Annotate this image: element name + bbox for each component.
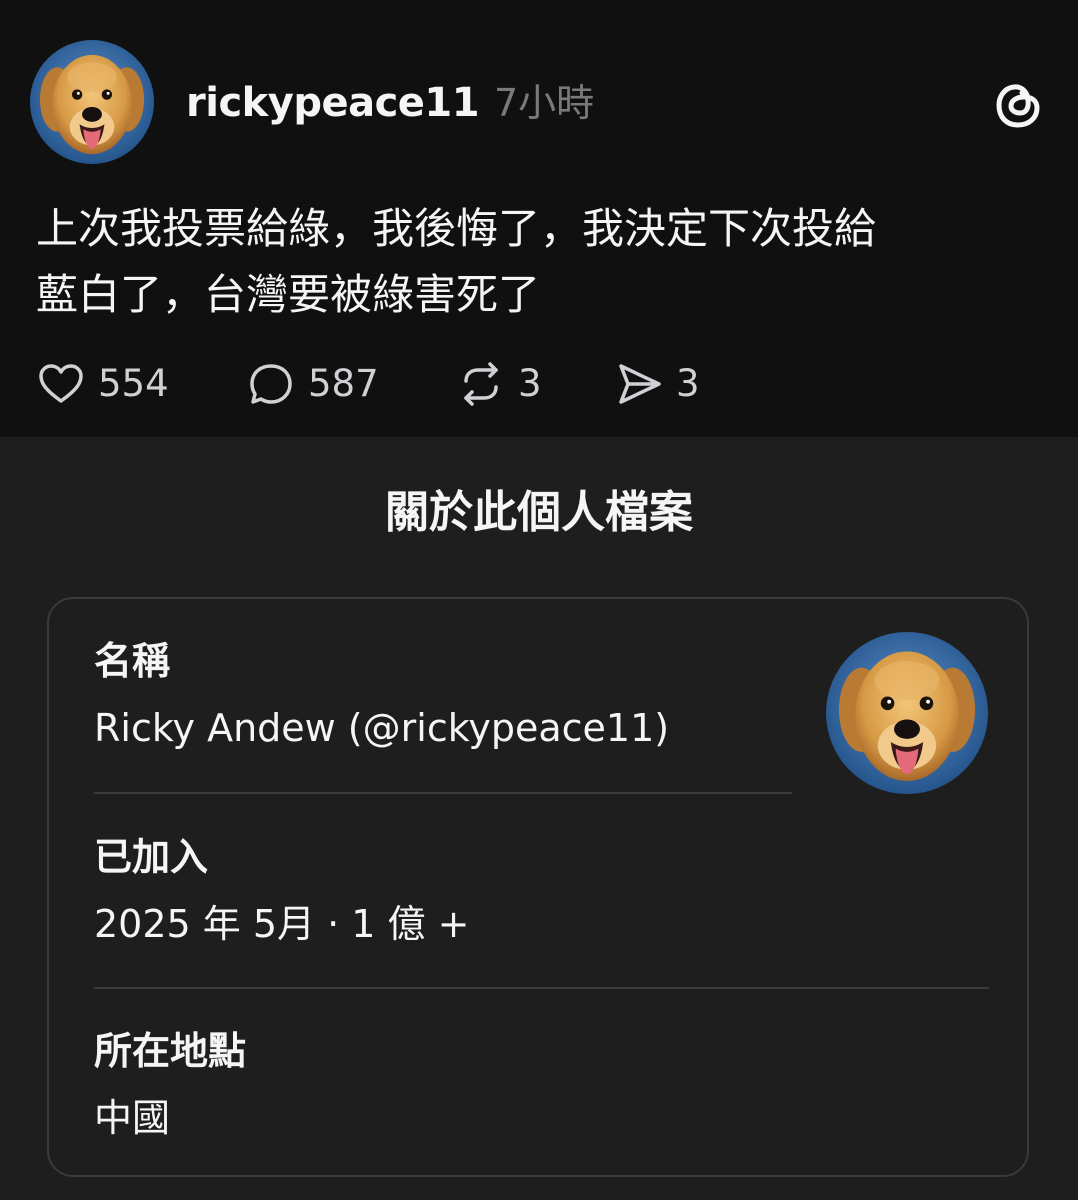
- post-container: rickypeace11 7小時 上次我投票給綠，我後悔了，我決定下次投給 藍白…: [0, 0, 1078, 437]
- sheet-title: 關於此個人檔案: [385, 487, 693, 538]
- profile-avatar: [826, 632, 988, 794]
- golden-retriever-avatar-icon: [30, 40, 154, 164]
- reply-count: 587: [308, 362, 379, 405]
- share-count: 3: [676, 362, 700, 405]
- joined-label: 已加入: [94, 835, 209, 879]
- profile-info-card: 名稱 Ricky Andew (@rickypeace11) 已加入 2025 …: [47, 597, 1029, 1177]
- post-text-line: 藍白了，台灣要被綠害死了: [36, 270, 541, 319]
- post-time: 7小時: [494, 81, 595, 125]
- share-button[interactable]: 3: [614, 359, 734, 409]
- post-body: 上次我投票給綠，我後悔了，我決定下次投給 藍白了，台灣要被綠害死了: [36, 196, 1036, 328]
- reply-button[interactable]: 587: [246, 359, 456, 409]
- like-count: 554: [98, 362, 169, 405]
- golden-retriever-avatar-icon: [826, 632, 988, 794]
- heart-icon: [39, 364, 83, 403]
- post-actions: 554 587 3 3: [36, 356, 734, 412]
- about-profile-sheet: 關於此個人檔案 名稱 Ricky Andew (@rickypeace11) 已…: [0, 437, 1078, 1200]
- name-label: 名稱: [94, 639, 171, 683]
- like-button[interactable]: 554: [36, 359, 246, 409]
- repost-button[interactable]: 3: [456, 359, 614, 409]
- repost-icon: [464, 362, 498, 406]
- threads-logo-icon[interactable]: [994, 78, 1042, 130]
- divider: [94, 987, 989, 989]
- name-value: Ricky Andew (@rickypeace11): [94, 706, 670, 750]
- user-avatar[interactable]: [30, 40, 154, 164]
- location-label: 所在地點: [94, 1029, 247, 1073]
- post-text-line: 上次我投票給綠，我後悔了，我決定下次投給: [36, 204, 877, 253]
- repost-count: 3: [518, 362, 542, 405]
- comment-bubble-icon: [250, 364, 292, 404]
- divider: [94, 792, 792, 794]
- joined-value: 2025 年 5月 · 1 億 +: [94, 902, 470, 946]
- username[interactable]: rickypeace11: [186, 78, 480, 128]
- location-value: 中國: [94, 1096, 171, 1140]
- send-icon: [619, 364, 661, 404]
